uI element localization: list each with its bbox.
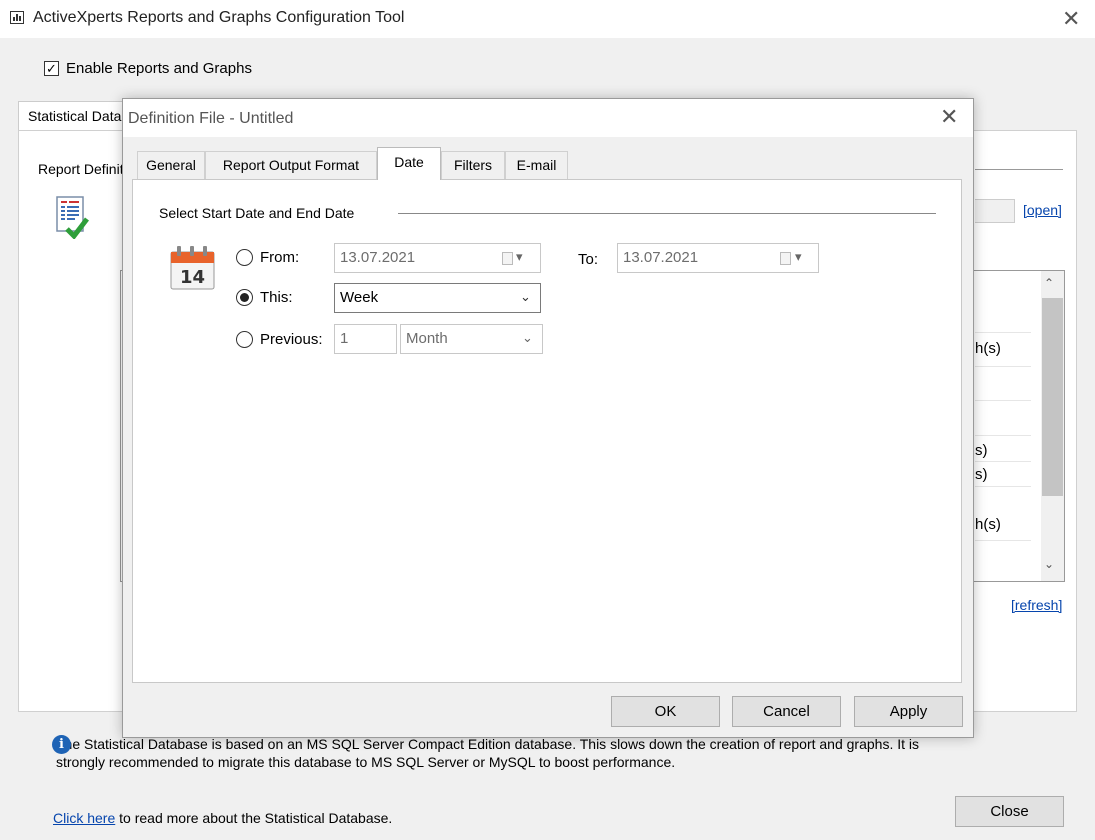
dialog-close-icon[interactable]: ✕ — [940, 104, 958, 130]
from-radio[interactable] — [236, 249, 253, 266]
report-check-icon — [56, 196, 89, 239]
list-item[interactable]: h(s) — [975, 516, 1001, 533]
tab-email[interactable]: E-mail — [505, 151, 568, 179]
previous-count-field[interactable]: 1 — [334, 324, 397, 354]
chevron-down-icon[interactable]: ⌄ — [520, 289, 531, 305]
list-row-divider — [975, 461, 1031, 462]
list-row-divider — [975, 400, 1031, 401]
tab-filters[interactable]: Filters — [441, 151, 505, 179]
tab-report-output-format[interactable]: Report Output Format — [205, 151, 377, 179]
tab-general[interactable]: General — [137, 151, 205, 179]
tab-statistical-database[interactable]: Statistical Database — [18, 101, 128, 131]
from-dropdown-icon[interactable]: ▾ — [516, 249, 523, 265]
list-row-divider — [975, 540, 1031, 541]
scroll-down-icon[interactable]: ⌄ — [1044, 557, 1054, 571]
click-here-rest: to read more about the Statistical Datab… — [115, 810, 393, 826]
enable-reports-checkbox[interactable]: ✓ — [44, 61, 59, 76]
scrollbar-thumb[interactable] — [1042, 298, 1063, 496]
list-row-divider — [975, 435, 1031, 436]
this-radio[interactable] — [236, 289, 253, 306]
list-row-divider — [975, 366, 1031, 367]
info-icon: i — [52, 735, 71, 754]
window-title: ActiveXperts Reports and Graphs Configur… — [33, 9, 405, 26]
refresh-link[interactable]: [refresh] — [1011, 597, 1062, 613]
enable-reports-label[interactable]: Enable Reports and Graphs — [66, 60, 252, 77]
cancel-button[interactable]: Cancel — [732, 696, 841, 727]
list-row-divider — [975, 332, 1031, 333]
chevron-down-icon[interactable]: ⌄ — [522, 330, 533, 346]
click-here-link[interactable]: Click here — [53, 810, 115, 826]
to-dropdown-icon[interactable]: ▾ — [795, 249, 802, 265]
close-button[interactable]: Close — [955, 796, 1064, 827]
group-divider — [975, 169, 1063, 170]
calendar-day: 14 — [180, 267, 205, 288]
definition-file-field[interactable] — [975, 199, 1015, 223]
this-period-select[interactable]: Week — [334, 283, 541, 313]
chart-app-icon — [10, 11, 24, 24]
list-item[interactable]: h(s) — [975, 340, 1001, 357]
info-message: The Statistical Database is based on an … — [56, 735, 1056, 771]
info-line-2: strongly recommended to migrate this dat… — [56, 754, 676, 770]
previous-label: Previous: — [260, 331, 323, 348]
list-item[interactable]: s) — [975, 442, 988, 459]
this-label: This: — [260, 289, 293, 306]
date-tab-panel — [132, 179, 962, 683]
apply-button[interactable]: Apply — [854, 696, 963, 727]
previous-radio[interactable] — [236, 331, 253, 348]
open-link[interactable]: [open] — [1023, 202, 1062, 218]
list-item[interactable]: s) — [975, 466, 988, 483]
scroll-up-icon[interactable]: ⌃ — [1044, 276, 1054, 290]
group-divider — [398, 213, 936, 214]
from-label: From: — [260, 249, 300, 266]
ok-button[interactable]: OK — [611, 696, 720, 727]
calendar-icon: 14 — [170, 246, 215, 290]
from-calendar-icon[interactable] — [502, 252, 513, 265]
window-close-icon[interactable]: ✕ — [1062, 6, 1080, 32]
to-label: To: — [578, 251, 599, 268]
tab-date[interactable]: Date — [377, 147, 441, 180]
click-here-text: Click here to read more about the Statis… — [53, 810, 392, 826]
to-calendar-icon[interactable] — [780, 252, 791, 265]
date-group-label: Select Start Date and End Date — [159, 205, 355, 221]
list-row-divider — [975, 486, 1031, 487]
dialog-title: Definition File - Untitled — [128, 110, 294, 127]
